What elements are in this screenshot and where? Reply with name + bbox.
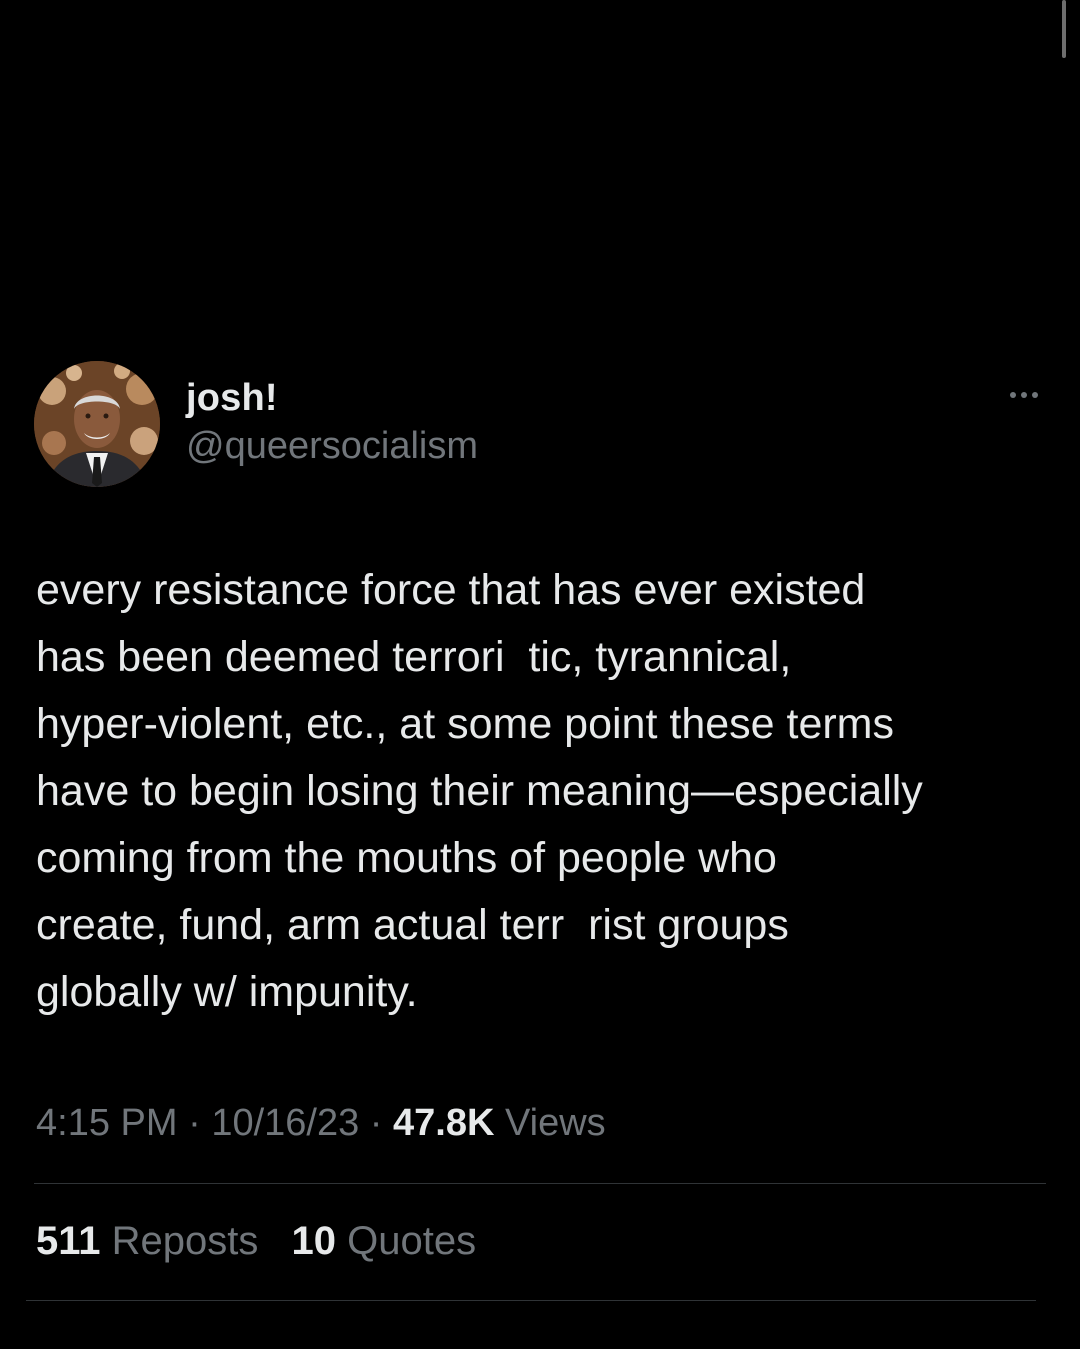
reposts-label: Reposts — [111, 1219, 259, 1263]
quotes-stat[interactable]: 10 Quotes — [292, 1215, 477, 1267]
tweet-line: create, fund, arm actual terr rist group… — [36, 901, 789, 949]
more-dot — [1021, 392, 1027, 398]
tweet-meta: 4:15 PM · 10/16/23 · 47.8K Views — [36, 1098, 606, 1148]
views-count: 47.8K — [393, 1102, 495, 1144]
more-options-icon[interactable] — [1002, 377, 1046, 413]
tweet-line: has been deemed terrori tic, tyrannical, — [36, 633, 792, 681]
divider — [26, 1300, 1036, 1301]
quotes-count: 10 — [291, 1219, 337, 1263]
tweet-stats: 511 Reposts 10 Quotes — [36, 1215, 498, 1267]
avatar-image — [34, 361, 160, 487]
views-label: Views — [494, 1102, 606, 1144]
meta-separator: · — [177, 1102, 212, 1144]
tweet-line: every resistance force that has ever exi… — [36, 566, 866, 614]
author-handle[interactable]: @queersocialism — [186, 423, 478, 469]
quotes-label: Quotes — [347, 1219, 477, 1263]
tweet-date[interactable]: 10/16/23 — [211, 1102, 359, 1144]
reposts-count: 511 — [36, 1219, 101, 1263]
author-display-name[interactable]: josh! — [186, 375, 478, 421]
tweet-text: every resistance force that has ever exi… — [36, 557, 1056, 1026]
tweet-line: coming from the mouths of people who — [36, 834, 777, 882]
tweet-line: hyper-violent, etc., at some point these… — [36, 700, 895, 748]
avatar[interactable] — [34, 361, 160, 487]
reposts-stat[interactable]: 511 Reposts — [36, 1215, 258, 1267]
author-identity: josh! @queersocialism — [186, 375, 478, 469]
tweet-line: have to begin losing their meaning—espec… — [36, 767, 923, 815]
meta-separator: · — [359, 1102, 394, 1144]
tweet-header: josh! @queersocialism — [34, 361, 1046, 487]
tweet-time[interactable]: 4:15 PM — [36, 1102, 178, 1144]
more-dot — [1032, 392, 1038, 398]
more-dot — [1010, 392, 1016, 398]
tweet-line: globally w/ impunity. — [36, 968, 418, 1016]
scrollbar[interactable] — [1062, 0, 1066, 58]
divider — [34, 1183, 1046, 1184]
